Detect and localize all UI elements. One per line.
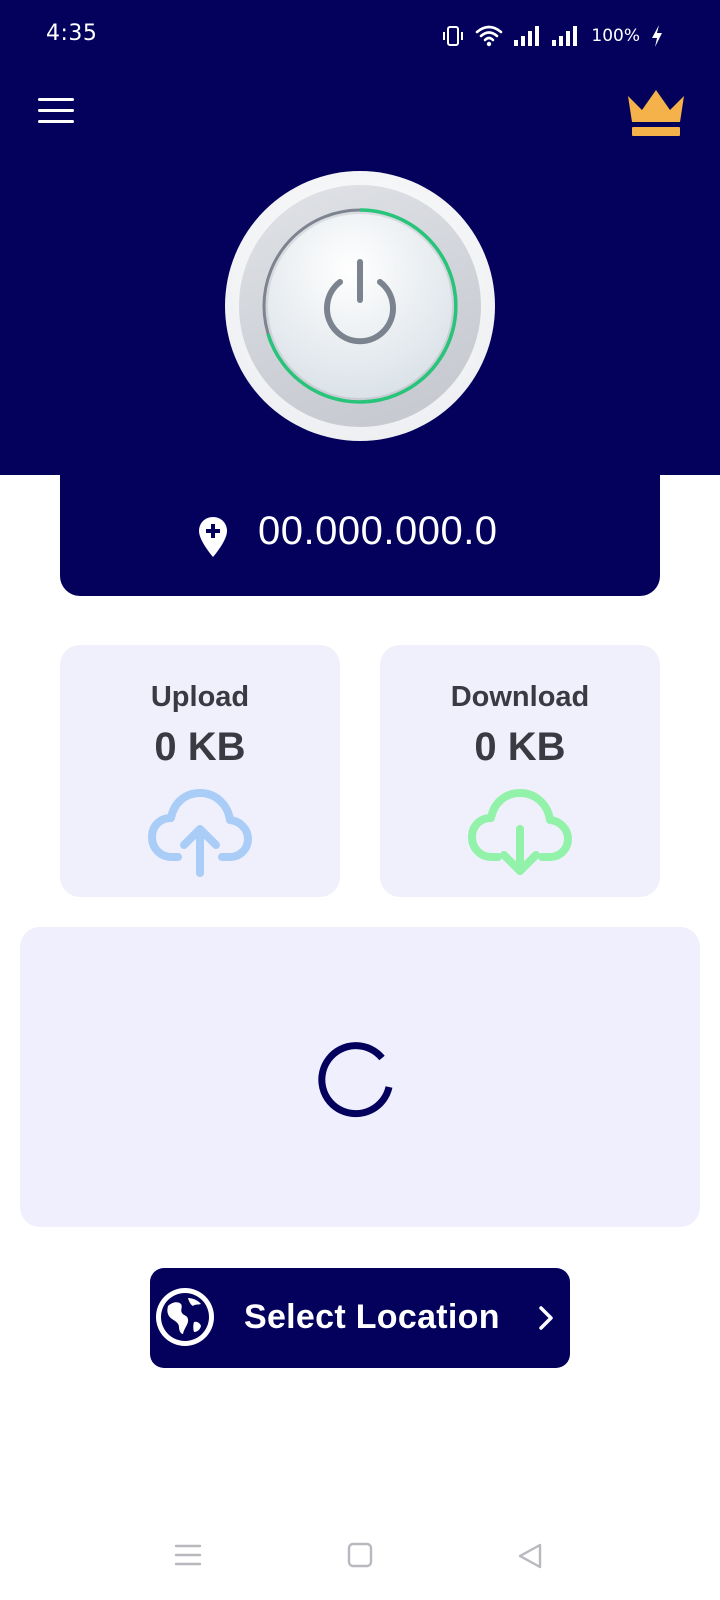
chevron-right-icon: [539, 1306, 553, 1330]
status-bar: 4:35 100%: [0, 0, 720, 72]
download-stat-card: Download 0 KB: [380, 645, 660, 897]
upload-stat-card: Upload 0 KB: [60, 645, 340, 897]
download-value: 0 KB: [474, 725, 566, 769]
vibrate-icon: [443, 26, 464, 46]
power-icon: [324, 259, 396, 345]
back-icon: [518, 1543, 542, 1569]
cloud-download-icon: [468, 789, 572, 875]
status-icons: 100%: [441, 22, 664, 50]
status-time: 4:35: [46, 21, 98, 46]
select-location-button[interactable]: Select Location: [150, 1268, 570, 1368]
select-location-label: Select Location: [244, 1298, 500, 1336]
recents-icon: [174, 1544, 202, 1566]
globe-icon: [156, 1288, 214, 1346]
signal-icon: [514, 26, 540, 46]
home-icon: [347, 1542, 373, 1568]
wifi-icon: [476, 25, 503, 47]
upload-label: Upload: [150, 681, 250, 713]
loading-spinner-icon: [318, 1042, 393, 1118]
home-button[interactable]: [330, 1520, 390, 1590]
upload-value: 0 KB: [154, 725, 246, 769]
back-button[interactable]: [500, 1520, 560, 1590]
signal-icon: [552, 26, 578, 46]
hamburger-menu-icon[interactable]: [36, 94, 76, 128]
recents-button[interactable]: [158, 1520, 218, 1590]
charging-icon: [652, 25, 662, 47]
battery-level: 100%: [591, 26, 640, 46]
ip-address: 00.000.000.0: [258, 509, 498, 553]
system-navigation-bar: [0, 1520, 720, 1590]
location-pin-plus-icon: [199, 517, 227, 557]
cloud-upload-icon: [148, 789, 252, 877]
download-label: Download: [450, 681, 590, 713]
crown-icon[interactable]: [624, 86, 688, 140]
